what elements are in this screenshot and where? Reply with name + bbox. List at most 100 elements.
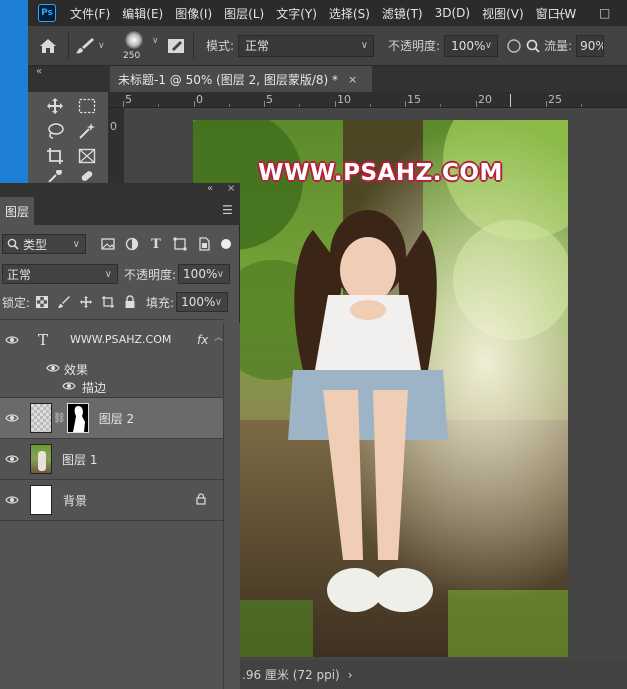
layer-row-background[interactable]: 背景 xyxy=(0,479,223,520)
layer-row-layer1[interactable]: 图层 1 xyxy=(0,438,223,479)
opacity-select[interactable]: 100% ∨ xyxy=(444,34,499,57)
crop-icon xyxy=(47,148,63,164)
layer-opacity-select[interactable]: 100% ∨ xyxy=(178,264,231,284)
tools-panel xyxy=(38,92,108,188)
layer-filter-row: 类型 ∨ T xyxy=(0,233,240,255)
flow-select[interactable]: 90% xyxy=(576,34,605,57)
mode-select[interactable]: 正常 ∨ xyxy=(238,34,375,57)
lasso-tool[interactable] xyxy=(44,120,66,142)
visibility-toggle[interactable] xyxy=(0,454,24,464)
visibility-toggle[interactable] xyxy=(0,335,24,345)
panel-menu-icon[interactable]: ☰ xyxy=(222,203,233,217)
menu-bar: Ps 文件(F) 编辑(E) 图像(I) 图层(L) 文字(Y) 选择(S) 滤… xyxy=(28,0,627,26)
filter-adjustment-button[interactable] xyxy=(122,234,142,254)
pressure-opacity-button[interactable] xyxy=(504,36,524,56)
layer-opacity-value: 100% xyxy=(183,267,218,281)
home-button[interactable] xyxy=(34,33,62,59)
crop-tool[interactable] xyxy=(44,145,66,167)
marquee-tool[interactable] xyxy=(76,95,98,117)
lock-all-button[interactable] xyxy=(120,292,140,312)
layer-effects-icon[interactable]: fx xyxy=(197,333,208,347)
ruler-tick xyxy=(335,101,336,107)
layer-mask-thumbnail[interactable] xyxy=(66,403,89,433)
lock-position-button[interactable] xyxy=(76,292,96,312)
eye-icon xyxy=(62,382,76,390)
lock-transparent-button[interactable] xyxy=(32,292,52,312)
collapse-toolbar-icon[interactable]: « xyxy=(36,66,42,77)
pressure-icon xyxy=(507,38,521,53)
ruler-label: 0 xyxy=(110,120,117,133)
brush-icon xyxy=(76,37,94,53)
minimize-button[interactable]: — xyxy=(554,6,566,20)
collapse-panel-icon[interactable]: « xyxy=(207,183,213,194)
visibility-toggle[interactable] xyxy=(0,495,24,505)
brush-panel-icon xyxy=(168,38,184,53)
magic-wand-tool[interactable] xyxy=(76,120,98,142)
menu-type[interactable]: 文字(Y) xyxy=(276,5,317,22)
link-icon[interactable]: ⛓ xyxy=(53,413,66,424)
document-tab[interactable]: 未标题-1 @ 50% (图层 2, 图层蒙版/8) * × xyxy=(110,66,372,92)
document-size: .96 厘米 (72 ppi) xyxy=(242,668,340,682)
healing-brush-tool[interactable] xyxy=(76,170,98,182)
status-menu-arrow[interactable]: › xyxy=(348,668,353,682)
eyedropper-tool[interactable] xyxy=(44,170,66,182)
filter-type-button[interactable]: T xyxy=(146,234,166,254)
chevron-up-icon[interactable]: ︿ xyxy=(214,330,223,343)
layer-row-text[interactable]: T WWW.PSAHZ.COM fx ︿ xyxy=(0,319,223,359)
menu-file[interactable]: 文件(F) xyxy=(70,5,110,22)
ruler-tick xyxy=(476,101,477,107)
search-button[interactable] xyxy=(524,36,542,56)
menu-filter[interactable]: 滤镜(T) xyxy=(382,5,423,22)
lock-artboard-button[interactable] xyxy=(98,292,118,312)
visibility-toggle[interactable] xyxy=(46,362,60,376)
visibility-toggle[interactable] xyxy=(0,413,24,423)
stroke-effect-row[interactable]: 描边 xyxy=(0,377,240,397)
chevron-down-icon: ∨ xyxy=(216,269,225,280)
layer-thumbnail xyxy=(30,403,52,433)
ruler-label: 5 xyxy=(125,93,132,106)
layer-name: 背景 xyxy=(63,493,88,508)
watermark-text: WWW.PSAHZ.COM xyxy=(258,160,503,186)
layer-row-layer2[interactable]: ⛓ 图层 2 xyxy=(0,397,223,438)
close-panel-icon[interactable]: × xyxy=(227,183,235,194)
layer-name: 图层 2 xyxy=(98,411,135,426)
brush-settings-button[interactable] xyxy=(165,35,187,57)
eye-icon xyxy=(5,335,19,344)
layer-effects-row[interactable]: 效果 xyxy=(0,359,240,379)
fill-value: 100% xyxy=(181,295,216,309)
visibility-toggle[interactable] xyxy=(62,380,76,394)
frame-tool[interactable] xyxy=(76,145,98,167)
menu-layer[interactable]: 图层(L) xyxy=(224,5,264,22)
menu-select[interactable]: 选择(S) xyxy=(329,5,370,22)
layer-thumbnail xyxy=(30,485,52,515)
menu-edit[interactable]: 编辑(E) xyxy=(122,5,163,22)
layers-panel: « × 图层 ☰ 类型 ∨ T 正常 ∨ 不透明度: 100% ∨ 锁定: 填充… xyxy=(0,183,240,689)
canvas-photo[interactable]: WWW.PSAHZ.COM xyxy=(193,120,568,657)
filter-kind-select[interactable]: 类型 ∨ xyxy=(2,234,86,254)
checkerboard-icon xyxy=(36,296,49,308)
layers-panel-tabs: 图层 ☰ xyxy=(0,197,240,225)
maximize-button[interactable]: □ xyxy=(599,6,610,20)
move-tool[interactable] xyxy=(44,95,66,117)
filter-smart-object-button[interactable] xyxy=(194,234,214,254)
menu-3d[interactable]: 3D(D) xyxy=(435,6,470,20)
tab-layers[interactable]: 图层 xyxy=(0,197,34,225)
artboard-icon xyxy=(102,296,115,308)
filter-toggle-button[interactable] xyxy=(216,234,236,254)
blend-mode-select[interactable]: 正常 ∨ xyxy=(2,264,118,284)
brush-size-picker[interactable]: 250 ∨ xyxy=(119,28,165,64)
close-icon[interactable]: × xyxy=(348,73,357,86)
filter-pixel-button[interactable] xyxy=(98,234,118,254)
filter-shape-button[interactable] xyxy=(170,234,190,254)
chevron-down-icon: ∨ xyxy=(152,35,159,46)
fill-select[interactable]: 100% ∨ xyxy=(176,292,229,312)
layer-name: 图层 1 xyxy=(62,452,98,467)
rectangular-marquee-icon xyxy=(78,98,96,114)
layer-lock-indicator[interactable] xyxy=(196,493,206,508)
effects-label: 效果 xyxy=(64,362,89,377)
menu-image[interactable]: 图像(I) xyxy=(175,5,212,22)
menu-view[interactable]: 视图(V) xyxy=(482,5,524,22)
brush-tool-preset[interactable]: ∨ xyxy=(75,37,115,55)
layers-scrollbar[interactable] xyxy=(223,323,240,689)
lock-pixels-button[interactable] xyxy=(54,292,74,312)
